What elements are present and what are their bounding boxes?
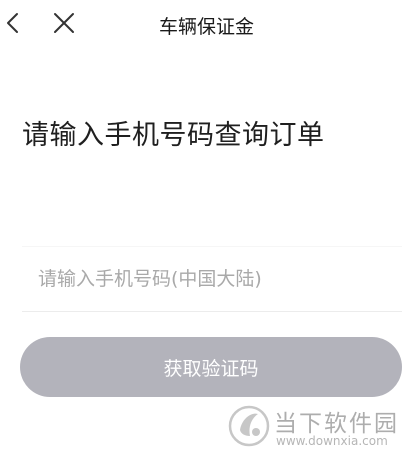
get-code-button-label: 获取验证码: [163, 357, 259, 380]
downxia-logo-icon: [228, 405, 270, 447]
phone-number-input[interactable]: [22, 262, 402, 296]
watermark: 当下软件园 www.downxia.com: [226, 400, 406, 460]
divider: [22, 246, 402, 247]
input-underline: [22, 311, 402, 312]
watermark-name: 当下软件园: [274, 411, 399, 437]
page-title: 车辆保证金: [158, 16, 254, 38]
watermark-url: www.downxia.com: [276, 434, 388, 448]
query-heading: 请输入手机号码查询订单: [22, 120, 325, 151]
get-verification-code-button[interactable]: 获取验证码: [20, 337, 402, 397]
top-bar: 车辆保证金: [0, 0, 413, 48]
